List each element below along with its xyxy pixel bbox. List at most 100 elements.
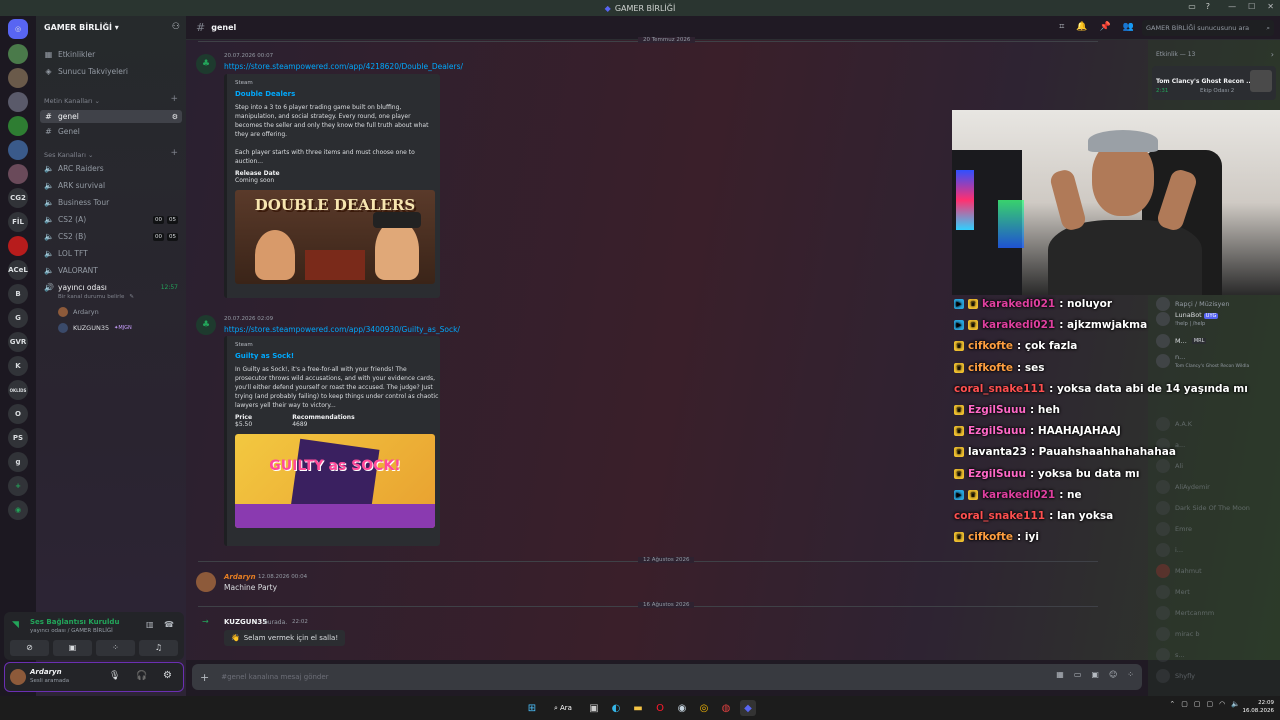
home-icon[interactable]: ◎ <box>8 19 28 39</box>
chevron-right-icon[interactable]: › <box>1271 50 1274 59</box>
maximize-button[interactable]: ☐ <box>1248 2 1255 11</box>
task-view-icon[interactable]: ▣ <box>586 700 602 716</box>
bell-icon[interactable]: 🔔 <box>1076 22 1087 32</box>
server-icon[interactable] <box>8 68 28 88</box>
message-author[interactable]: KUZGUN35 <box>224 618 267 626</box>
voice-channel-active[interactable]: 🔊 yayıncı odası <box>44 283 107 292</box>
embed-image[interactable]: GUILTY as SOCK! <box>235 434 435 528</box>
discord-icon[interactable]: ◆ <box>740 700 756 716</box>
member-item[interactable]: mirac b <box>1156 627 1200 641</box>
inbox-icon[interactable]: ▭ <box>1188 2 1196 11</box>
channel-status[interactable]: Bir kanal durumu belirle ✎ <box>58 294 134 300</box>
activities-button[interactable]: ⁘ <box>96 640 135 656</box>
add-channel-icon[interactable]: + <box>170 94 178 104</box>
server-icon[interactable] <box>8 44 28 64</box>
minimize-button[interactable]: — <box>1228 2 1236 11</box>
avatar[interactable] <box>196 572 216 592</box>
voice-channel[interactable]: 🔈 CS2 (A) <box>44 215 86 224</box>
server-cg2[interactable]: CG2 <box>8 188 28 208</box>
member-item[interactable]: Mert <box>1156 585 1190 599</box>
opera-icon[interactable]: O <box>652 700 668 716</box>
text-category[interactable]: Metin Kanalları ⌄ <box>44 97 100 105</box>
voice-user[interactable]: Ardaryn <box>58 307 99 317</box>
server-icon[interactable] <box>8 116 28 136</box>
help-icon[interactable]: ? <box>1206 2 1210 11</box>
attach-icon[interactable]: + <box>200 671 209 684</box>
voice-channel[interactable]: 🔈 CS2 (B) <box>44 232 86 241</box>
voice-channel[interactable]: 🔈 VALORANT <box>44 266 98 275</box>
embed-image[interactable]: DOUBLE DEALERS <box>235 190 435 284</box>
headphones-icon[interactable]: 🎧 <box>136 671 147 681</box>
steam-icon[interactable]: ◉ <box>674 700 690 716</box>
file-explorer-icon[interactable]: ▬ <box>630 700 646 716</box>
invite-icon[interactable]: ⚇ <box>172 22 180 32</box>
close-button[interactable]: ✕ <box>1267 2 1274 11</box>
server-fil[interactable]: FİL <box>8 212 28 232</box>
server-name[interactable]: GAMER BİRLİĞİ ▾ <box>44 23 119 32</box>
server-b[interactable]: B <box>8 284 28 304</box>
system-tray[interactable]: ⌃ ▢ ▢ ▢ ◠ 🔈 <box>1169 700 1240 708</box>
message-composer[interactable]: + #genel kanalına mesaj gönder ▦ ▭ ▣ ☺ ⁘ <box>192 664 1142 690</box>
channel-genel[interactable]: # genel ⚙ <box>40 110 182 123</box>
activity-card[interactable]: Tom Clancy's Ghost Recon ... 2:31 Ekip O… <box>1152 66 1276 100</box>
avatar[interactable] <box>10 669 26 685</box>
edge-icon[interactable]: ◐ <box>608 700 624 716</box>
server-icon[interactable] <box>8 92 28 112</box>
gift-icon[interactable]: ▦ <box>1056 670 1064 679</box>
microphone-icon[interactable]: 🎙 <box>109 671 120 681</box>
voice-channel[interactable]: 🔈 Business Tour <box>44 198 109 207</box>
server-ps[interactable]: PS <box>8 428 28 448</box>
events-item[interactable]: ▦ Etkinlikler <box>44 50 95 59</box>
member-item[interactable]: Shyfly <box>1156 669 1195 683</box>
server-icon[interactable] <box>8 236 28 256</box>
voice-channel[interactable]: 🔈 ARC Raiders <box>44 164 104 173</box>
message-link[interactable]: https://store.steampowered.com/app/42186… <box>224 62 463 71</box>
app-icon[interactable]: ◍ <box>718 700 734 716</box>
member-item[interactable]: Mahmut <box>1156 564 1202 578</box>
embed-title[interactable]: Guilty as Sock! <box>235 352 432 360</box>
chrome-icon[interactable]: ◎ <box>696 700 712 716</box>
search-button[interactable]: ⌕ Ara <box>546 700 580 716</box>
member-item[interactable]: Mertcanmm <box>1156 606 1214 620</box>
settings-gear-icon[interactable]: ⚙ <box>163 670 172 681</box>
settings-icon[interactable]: ⚙ <box>172 113 178 121</box>
search-input[interactable]: GAMER BİRLİĞİ sunucusunu ara ⌕ <box>1142 20 1274 36</box>
screen-share-button[interactable]: ▣ <box>53 640 92 656</box>
message-link[interactable]: https://store.steampowered.com/app/34009… <box>224 325 460 334</box>
voice-status[interactable]: Ses Bağlantısı Kuruldu <box>30 618 119 626</box>
wave-button[interactable]: 👋 Selam vermek için el salla! <box>224 630 346 646</box>
gif-icon[interactable]: ▭ <box>1074 670 1082 679</box>
server-k[interactable]: K <box>8 356 28 376</box>
add-voice-channel-icon[interactable]: + <box>170 148 178 158</box>
bot-avatar[interactable]: ♣ <box>196 315 216 335</box>
windows-start-icon[interactable]: ⊞ <box>524 700 540 716</box>
server-icon[interactable] <box>8 164 28 184</box>
voice-category[interactable]: Ses Kanalları ⌄ <box>44 151 93 159</box>
server-o[interactable]: O <box>8 404 28 424</box>
member-item[interactable]: s... <box>1156 648 1185 662</box>
disconnect-icon[interactable]: ☎ <box>164 620 174 629</box>
server-acel[interactable]: ACeL <box>8 260 28 280</box>
camera-off-button[interactable]: ⊘ <box>10 640 49 656</box>
server-icon[interactable] <box>8 140 28 160</box>
server-oklids[interactable]: OKLİDS <box>8 380 28 400</box>
emoji-icon[interactable]: ☺ <box>1109 670 1117 679</box>
noise-suppression-icon[interactable]: ▥ <box>146 620 154 629</box>
voice-channel[interactable]: 🔈 ARK survival <box>44 181 105 190</box>
discover-icon[interactable]: ◉ <box>8 500 28 520</box>
server-gvr[interactable]: GVR <box>8 332 28 352</box>
voice-channel[interactable]: 🔈 LOL TFT <box>44 249 88 258</box>
apps-icon[interactable]: ⁘ <box>1127 670 1134 679</box>
members-icon[interactable]: 👥 <box>1123 22 1134 32</box>
clock[interactable]: 22:09 16.08.2026 <box>1243 699 1275 715</box>
server-g[interactable]: G <box>8 308 28 328</box>
threads-icon[interactable]: ⌗ <box>1059 22 1064 32</box>
server-g-lower[interactable]: g <box>8 452 28 472</box>
sticker-icon[interactable]: ▣ <box>1091 670 1099 679</box>
soundboard-button[interactable]: ♫ <box>139 640 178 656</box>
add-server-icon[interactable]: + <box>8 476 28 496</box>
channel-genel-2[interactable]: # Genel <box>44 127 80 136</box>
message-author[interactable]: Ardaryn <box>224 573 256 581</box>
pin-icon[interactable]: 📌 <box>1100 22 1111 32</box>
embed-title[interactable]: Double Dealers <box>235 90 432 98</box>
